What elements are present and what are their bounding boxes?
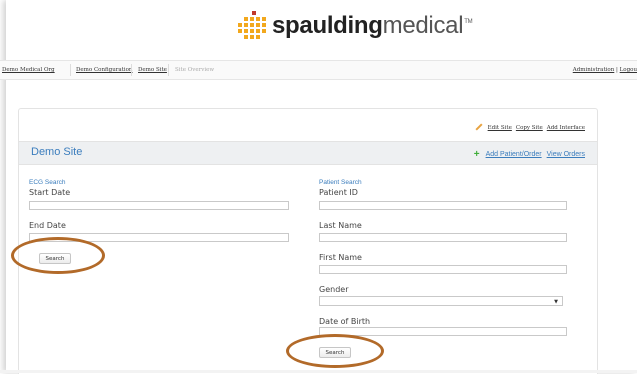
edit-site-link[interactable]: Edit Site [488,125,512,131]
view-orders-link[interactable]: View Orders [547,151,585,158]
breadcrumb-divider [168,64,169,76]
admin-links: Administration | Logou [573,67,637,73]
ecg-search-button[interactable]: Search [39,253,71,264]
patient-id-field[interactable] [319,201,567,210]
site-title: Demo Site [31,146,83,158]
patient-search-button[interactable]: Search [319,347,351,358]
pencil-icon [475,123,483,131]
brand-name-light: medical [382,12,464,39]
site-panel: Edit Site Copy Site Add Interface Demo Sit… [18,108,598,374]
breadcrumb-demo-medical-org[interactable]: Demo Medical Org [2,67,55,73]
breadcrumb-demo-site[interactable]: Demo Site [138,67,167,73]
breadcrumb-divider [70,64,71,76]
logout-link[interactable]: Logou [620,67,637,73]
administration-link[interactable]: Administration [573,67,615,73]
end-date-field[interactable] [29,233,289,242]
add-interface-link[interactable]: Add Interface [547,125,585,131]
gender-label: Gender [319,285,349,294]
panel-actions: Edit Site Copy Site Add Interface [475,123,585,131]
last-name-field[interactable] [319,233,567,242]
breadcrumb-current: Site Overview [175,67,215,73]
brand-logo[interactable]: spauldingmedicalTM [236,10,473,42]
plus-icon: + [473,149,480,160]
dropdown-caret-icon: ▼ [554,299,558,305]
brand-name-bold: spaulding [272,12,383,39]
start-date-field[interactable] [29,201,289,210]
end-date-label: End Date [29,221,66,230]
gender-select[interactable]: ▼ [319,296,563,306]
site-actions: + Add Patient/Order View Orders [473,148,585,160]
trademark: TM [464,19,473,25]
first-name-label: First Name [319,253,362,262]
logo-dots-icon [236,11,266,41]
brand-name: spauldingmedicalTM [272,12,473,40]
breadcrumb-demo-configuration[interactable]: Demo Configuration [76,67,132,73]
start-date-label: Start Date [29,188,71,197]
last-name-label: Last Name [319,221,362,230]
site-header-bar: Demo Site + Add Patient/Order View Orders [19,141,597,165]
date-of-birth-field[interactable] [319,327,567,336]
patient-id-label: Patient ID [319,188,358,197]
ecg-search-heading: ECG Search [29,179,66,186]
copy-site-link[interactable]: Copy Site [516,125,543,131]
first-name-field[interactable] [319,265,567,274]
add-patient-order-link[interactable]: Add Patient/Order [486,151,542,158]
breadcrumb-divider [131,64,132,76]
date-of-birth-label: Date of Birth [319,317,371,326]
patient-search-heading: Patient Search [319,179,362,186]
breadcrumb: Demo Medical Org Demo Configuration Demo… [0,60,637,80]
